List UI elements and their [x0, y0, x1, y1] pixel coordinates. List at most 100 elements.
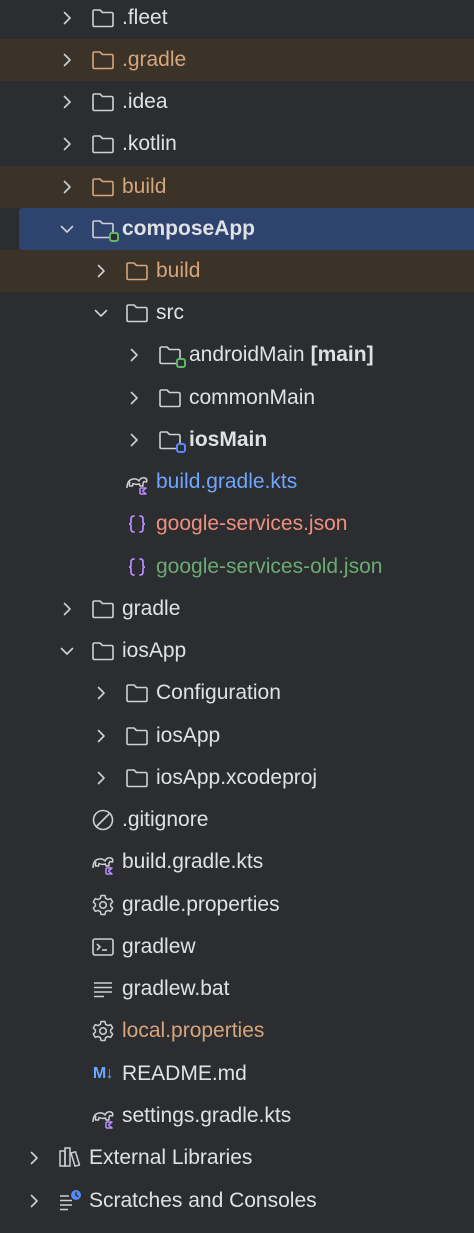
tree-item-commonmain[interactable]: commonMain: [0, 377, 474, 419]
folder-icon: [124, 300, 150, 326]
folder-icon: [90, 5, 116, 31]
chevron-right-icon[interactable]: [92, 684, 110, 702]
tree-item-xcodeproj[interactable]: iosApp.xcodeproj: [0, 757, 474, 799]
chevron-right-icon[interactable]: [92, 262, 110, 280]
tree-item-gradlew[interactable]: gradlew: [0, 926, 474, 968]
tree-item-iosapp[interactable]: iosApp: [0, 630, 474, 672]
tree-item-iosapp-sub[interactable]: iosApp: [0, 715, 474, 757]
chevron-down-icon[interactable]: [92, 304, 110, 322]
tree-item-label: androidMain: [189, 343, 305, 366]
chevron-right-icon[interactable]: [125, 431, 143, 449]
chevron-right-icon[interactable]: [125, 346, 143, 364]
tree-item-src[interactable]: src: [0, 292, 474, 334]
project-tree: .fleet .gradle .idea .kotlin build compo…: [0, 0, 474, 1233]
folder-icon: [124, 723, 150, 749]
excluded-folder-icon: [90, 174, 116, 200]
tree-item-composeapp[interactable]: composeApp: [19, 208, 474, 250]
chevron-right-icon[interactable]: [58, 600, 76, 618]
gradle-icon: [90, 849, 116, 875]
tree-item-composeapp-build[interactable]: build: [0, 250, 474, 292]
tree-item-label: .gitignore: [122, 808, 209, 831]
excluded-folder-icon: [90, 47, 116, 73]
module-folder-icon: [90, 216, 119, 242]
tree-item-composeapp-build-gradle[interactable]: build.gradle.kts: [0, 461, 474, 503]
tree-item-label: composeApp: [122, 217, 256, 240]
chevron-down-icon[interactable]: [58, 220, 76, 238]
tree-item-label: gradlew.bat: [122, 977, 230, 1000]
scratches-icon: [57, 1188, 83, 1214]
ignore-icon: [90, 807, 116, 833]
tree-item-label: .kotlin: [122, 132, 177, 155]
chevron-down-icon[interactable]: [58, 642, 76, 660]
tree-item-google-services-old[interactable]: google-services-old.json: [0, 546, 474, 588]
tree-item-label: commonMain: [189, 386, 316, 409]
tree-item-label: gradlew: [122, 935, 196, 958]
tree-item-kotlin[interactable]: .kotlin: [0, 123, 474, 165]
source-root-folder-icon: [157, 342, 186, 368]
tree-item-label: build.gradle.kts: [156, 470, 298, 493]
text-file-icon: [90, 976, 116, 1002]
markdown-icon: M↓: [92, 1065, 114, 1082]
tree-item-label: iosApp.xcodeproj: [156, 766, 318, 789]
tree-item-gradle[interactable]: gradle: [0, 588, 474, 630]
tree-item-label: .idea: [122, 90, 168, 113]
folder-icon: [157, 385, 183, 411]
chevron-right-icon[interactable]: [125, 389, 143, 407]
gear-icon: [90, 892, 116, 918]
tree-item-label: build.gradle.kts: [122, 850, 264, 873]
tree-item-readme[interactable]: M↓ README.md: [0, 1053, 474, 1095]
tree-item-iosmain[interactable]: iosMain: [0, 419, 474, 461]
chevron-right-icon[interactable]: [58, 178, 76, 196]
tree-item-label: External Libraries: [89, 1146, 253, 1169]
tree-item-local-properties[interactable]: local.properties: [0, 1010, 474, 1052]
tree-item-fleet[interactable]: .fleet: [0, 0, 474, 39]
tree-item-label: settings.gradle.kts: [122, 1104, 292, 1127]
tree-item-build-gradle[interactable]: build.gradle.kts: [0, 841, 474, 883]
source-set-badge: [main]: [310, 343, 374, 366]
chevron-right-icon[interactable]: [25, 1149, 43, 1167]
tree-item-scratches[interactable]: Scratches and Consoles: [0, 1180, 474, 1222]
json-icon: [124, 554, 150, 580]
folder-icon: [124, 680, 150, 706]
tree-item-label: google-services-old.json: [156, 555, 383, 578]
folder-icon: [90, 89, 116, 115]
tree-item-label: Scratches and Consoles: [89, 1189, 317, 1212]
folder-icon: [124, 765, 150, 791]
tree-item-settings-gradle[interactable]: settings.gradle.kts: [0, 1095, 474, 1137]
tree-item-label: README.md: [122, 1062, 247, 1085]
chevron-right-icon[interactable]: [25, 1192, 43, 1210]
tree-item-gitignore[interactable]: .gitignore: [0, 799, 474, 841]
chevron-right-icon[interactable]: [58, 135, 76, 153]
tree-item-gradlew-bat[interactable]: gradlew.bat: [0, 968, 474, 1010]
chevron-right-icon[interactable]: [92, 727, 110, 745]
json-icon: [124, 511, 150, 537]
tree-item-label: google-services.json: [156, 512, 348, 535]
tree-item-label: Configuration: [156, 681, 281, 704]
tree-item-external-libraries[interactable]: External Libraries: [0, 1137, 474, 1179]
chevron-right-icon[interactable]: [58, 9, 76, 27]
excluded-folder-icon: [124, 258, 150, 284]
tree-item-google-services[interactable]: google-services.json: [0, 503, 474, 545]
tree-item-gradle-hidden[interactable]: .gradle: [0, 39, 474, 81]
tree-item-idea[interactable]: .idea: [0, 81, 474, 123]
tree-item-label: .fleet: [122, 6, 168, 29]
tree-item-androidmain[interactable]: androidMain [main]: [0, 334, 474, 376]
tree-item-gradle-properties[interactable]: gradle.properties: [0, 884, 474, 926]
gradle-icon: [90, 1103, 116, 1129]
library-icon: [57, 1145, 83, 1171]
chevron-right-icon[interactable]: [58, 51, 76, 69]
tree-item-label: iosApp: [122, 639, 187, 662]
chevron-right-icon[interactable]: [58, 93, 76, 111]
gear-icon: [90, 1018, 116, 1044]
tree-item-label: gradle: [122, 597, 181, 620]
tree-item-label: src: [156, 301, 184, 324]
tree-item-label: build: [122, 175, 167, 198]
tree-item-build[interactable]: build: [0, 166, 474, 208]
folder-icon: [90, 131, 116, 157]
tree-item-label: local.properties: [122, 1019, 265, 1042]
chevron-right-icon[interactable]: [92, 769, 110, 787]
terminal-icon: [90, 934, 116, 960]
folder-icon: [90, 638, 116, 664]
module-folder-icon: [157, 427, 186, 453]
tree-item-configuration[interactable]: Configuration: [0, 672, 474, 714]
